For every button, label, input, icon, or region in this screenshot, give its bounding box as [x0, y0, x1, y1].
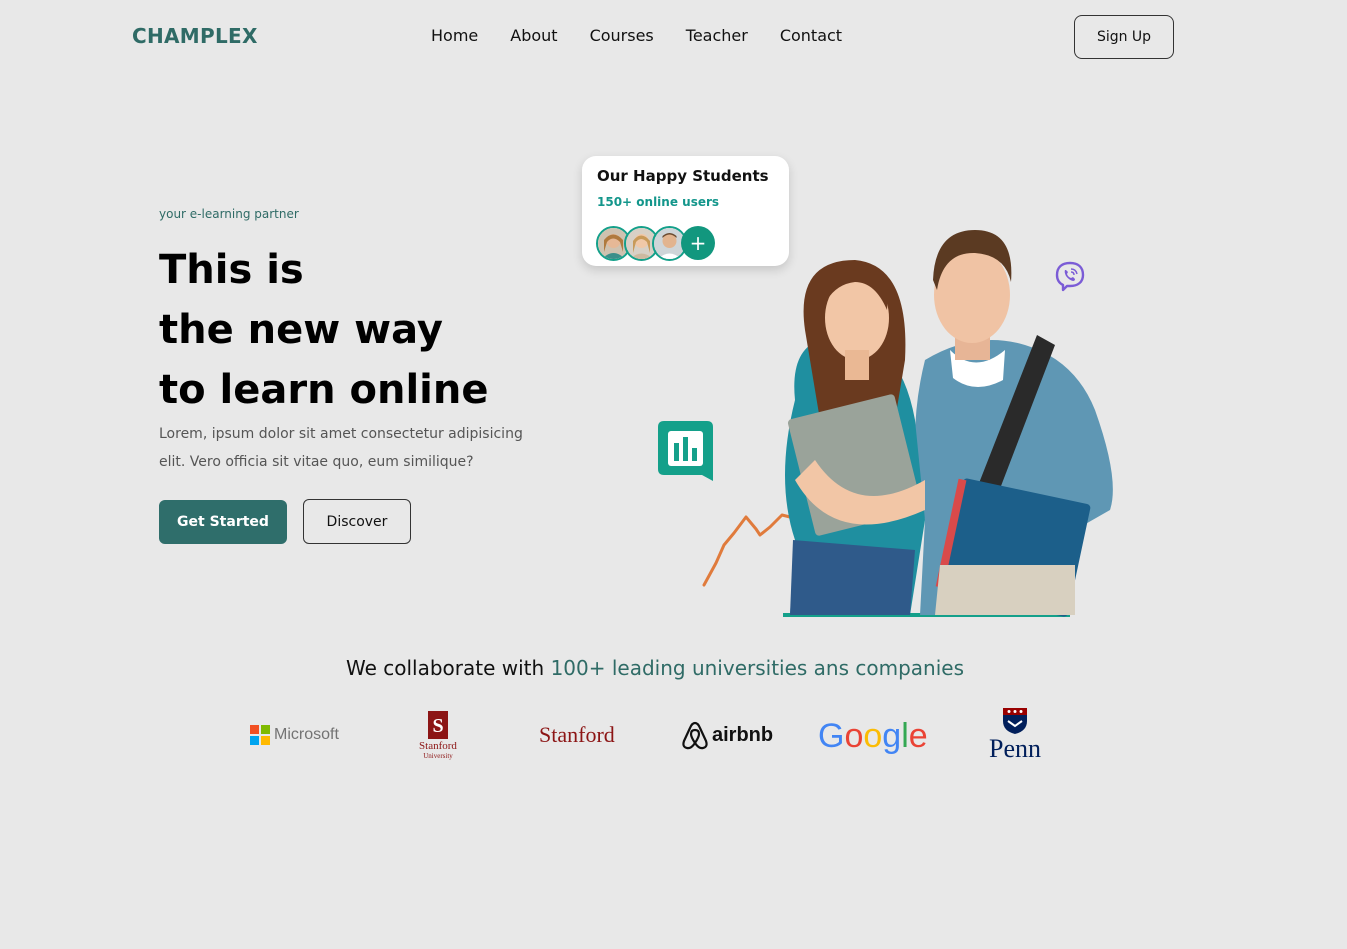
chart-icon — [658, 421, 713, 481]
google-wordmark: Google — [818, 717, 928, 755]
main-menu: Home About Courses Teacher Contact — [431, 26, 842, 45]
avatar-group: + — [596, 226, 716, 261]
nav-link-home[interactable]: Home — [431, 26, 478, 45]
google-logo[interactable]: Google — [818, 700, 928, 770]
airbnb-icon — [682, 721, 708, 750]
students-card-title: Our Happy Students — [597, 167, 769, 185]
students-image — [783, 230, 1113, 617]
penn-logo[interactable]: Penn — [980, 700, 1050, 770]
collab-prefix: We collaborate with — [345, 656, 545, 680]
stanford-seal-subtitle: University — [423, 751, 453, 760]
microsoft-wordmark: Microsoft — [274, 726, 339, 743]
stanford-wordmark: Stanford — [539, 722, 615, 747]
stanford-university-logo[interactable]: S Stanford University — [408, 700, 468, 770]
collaboration-heading: We collaborate with 100+ leading univers… — [0, 656, 1310, 680]
brand-logo[interactable]: CHAMPLEX — [132, 24, 258, 48]
nav-link-courses[interactable]: Courses — [590, 26, 654, 45]
svg-text:S: S — [432, 715, 443, 737]
airbnb-logo[interactable]: airbnb — [681, 700, 773, 770]
penn-shield-icon — [1003, 708, 1027, 734]
stanford-seal-wordmark: Stanford — [419, 739, 457, 752]
collab-highlight: 100+ leading universities ans companies — [550, 656, 965, 680]
penn-wordmark: Penn — [989, 734, 1041, 763]
stanford-tree-icon: S — [428, 710, 448, 739]
airbnb-wordmark: airbnb — [712, 723, 774, 746]
svg-text:Google: Google — [818, 717, 928, 755]
discover-button[interactable]: Discover — [303, 499, 411, 544]
microsoft-windows-icon — [250, 725, 270, 745]
nav-link-contact[interactable]: Contact — [780, 26, 842, 45]
students-card-subtitle: 150+ online users — [597, 195, 720, 209]
microsoft-logo[interactable]: Microsoft — [250, 700, 339, 770]
hero-title-line: the new way — [159, 307, 443, 353]
hero-description: Lorem, ipsum dolor sit amet consectetur … — [159, 426, 523, 470]
navbar: CHAMPLEX Home About Courses Teacher Cont… — [0, 0, 1347, 76]
hero-tagline: your e-learning partner — [159, 207, 299, 221]
partner-logos: Microsoft S Stanford University Stanford… — [250, 700, 1050, 770]
hero-title-line: to learn online — [159, 367, 489, 413]
hero-title-line: This is — [159, 247, 304, 293]
stanford-logo[interactable]: Stanford — [539, 700, 615, 770]
plus-icon[interactable]: + — [681, 226, 715, 260]
nav-link-teacher[interactable]: Teacher — [686, 26, 748, 45]
happy-students-card: Our Happy Students 150+ online users + — [582, 156, 789, 266]
hero-title: This is the new way to learn online — [159, 240, 488, 420]
nav-link-about[interactable]: About — [510, 26, 557, 45]
get-started-button[interactable]: Get Started — [159, 500, 287, 544]
sign-up-button[interactable]: Sign Up — [1074, 15, 1174, 59]
